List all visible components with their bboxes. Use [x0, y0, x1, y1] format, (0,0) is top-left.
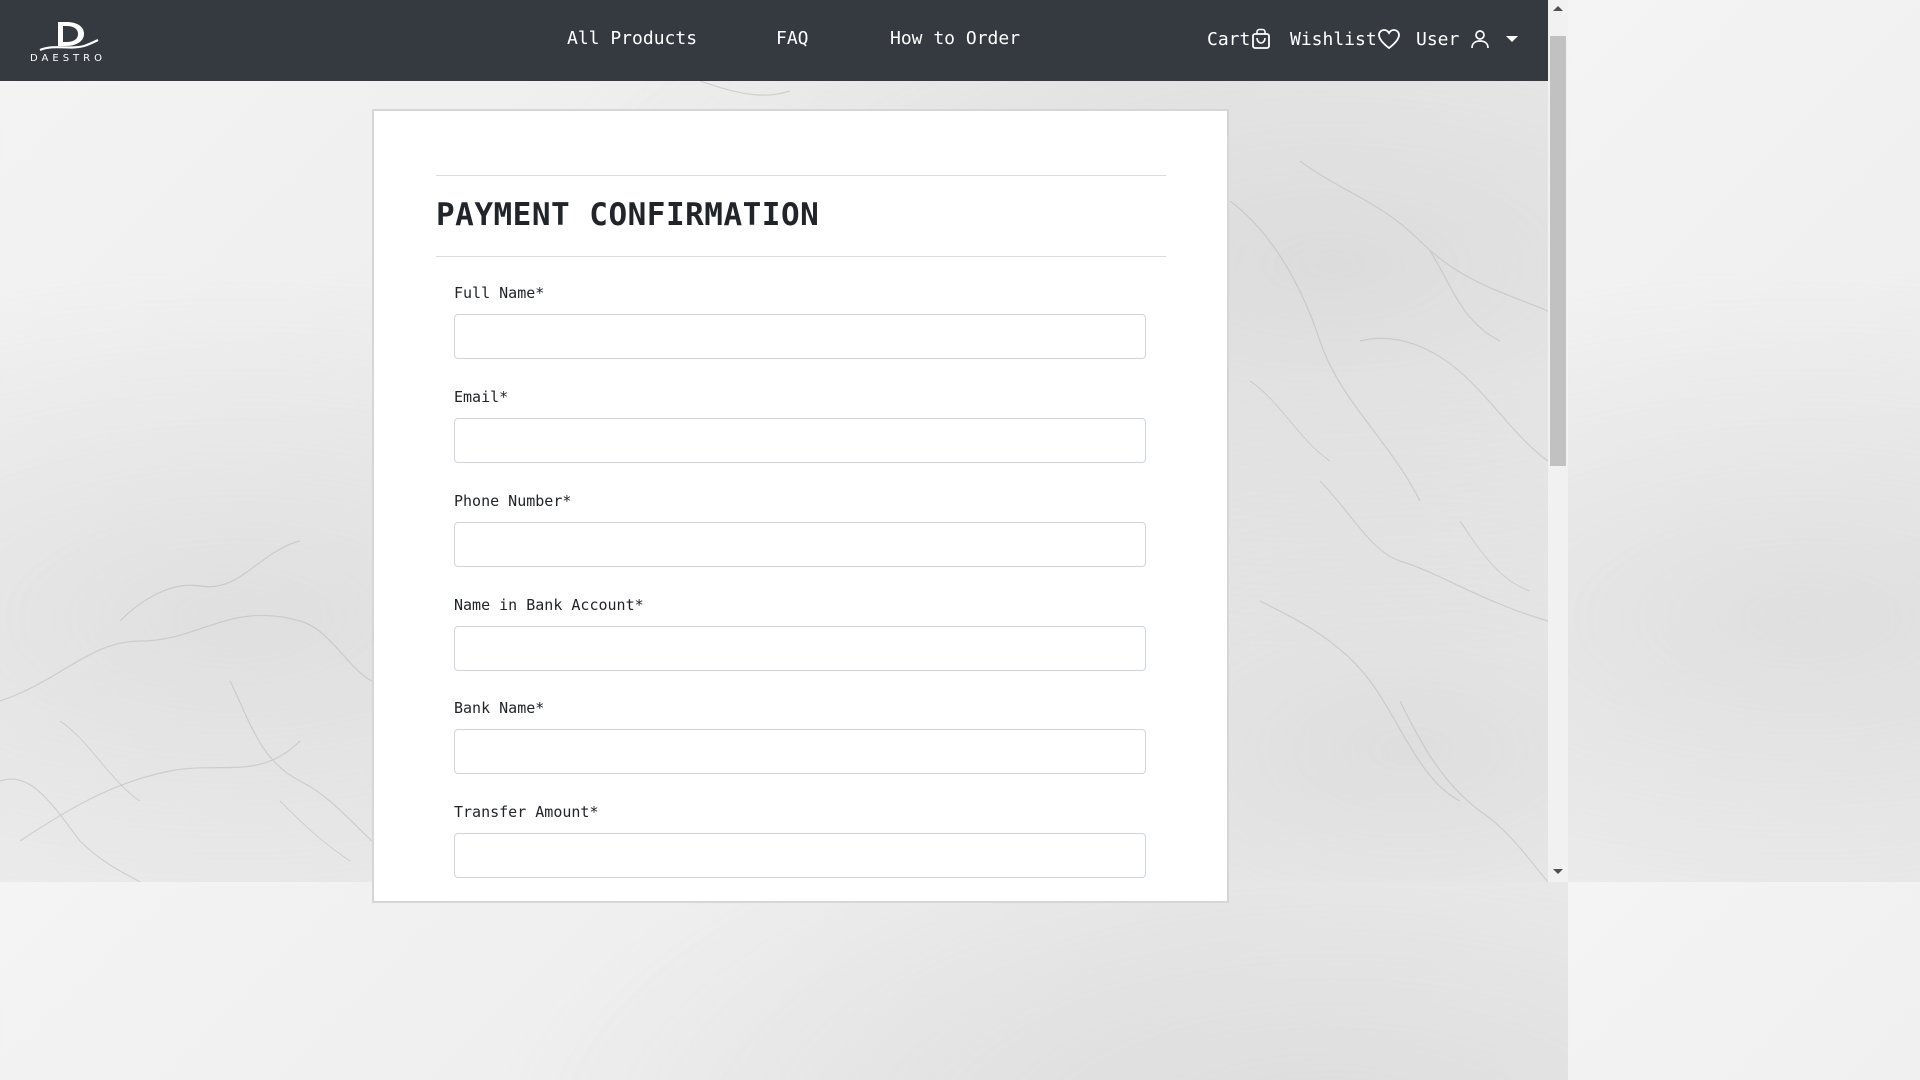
email-input[interactable] — [454, 418, 1146, 463]
logo-mark-icon — [39, 22, 99, 52]
scroll-down-arrow-icon[interactable] — [1553, 869, 1563, 874]
payment-confirmation-card: PAYMENT CONFIRMATION Full Name* Email* P… — [372, 109, 1229, 903]
nav-how-to-order[interactable]: How to Order — [890, 28, 1020, 49]
top-navbar: DAESTRO All Products FAQ How to Order Ca… — [0, 0, 1548, 81]
bank-account-name-input[interactable] — [454, 626, 1146, 671]
transfer-amount-label: Transfer Amount* — [454, 803, 599, 821]
shopping-bag-icon — [1252, 28, 1271, 49]
page-scrollbar[interactable] — [1548, 0, 1568, 882]
email-label: Email* — [454, 388, 509, 406]
nav-all-products[interactable]: All Products — [567, 28, 697, 49]
heart-icon — [1377, 29, 1400, 50]
full-name-label: Full Name* — [454, 284, 545, 302]
page-title: PAYMENT CONFIRMATION — [436, 197, 820, 233]
bank-name-input[interactable] — [454, 729, 1146, 774]
bank-account-name-label: Name in Bank Account* — [454, 596, 644, 614]
user-icon — [1471, 30, 1490, 49]
brand-logo[interactable]: DAESTRO — [26, 16, 110, 66]
logo-wordmark: DAESTRO — [30, 53, 106, 64]
wishlist-label: Wishlist — [1290, 28, 1377, 50]
nav-user-menu[interactable]: User — [1416, 28, 1491, 50]
caret-down-icon[interactable] — [1506, 36, 1518, 42]
scroll-thumb[interactable] — [1550, 36, 1566, 466]
transfer-amount-input[interactable] — [454, 833, 1146, 878]
phone-number-input[interactable] — [454, 522, 1146, 567]
divider-top — [436, 175, 1166, 176]
divider-bottom — [436, 256, 1166, 257]
phone-number-label: Phone Number* — [454, 492, 572, 510]
scroll-up-arrow-icon[interactable] — [1553, 6, 1563, 11]
full-name-input[interactable] — [454, 314, 1146, 359]
user-label: User — [1416, 28, 1460, 50]
nav-faq[interactable]: FAQ — [776, 28, 809, 49]
nav-wishlist[interactable]: Wishlist — [1290, 28, 1401, 50]
bank-name-label: Bank Name* — [454, 699, 545, 717]
nav-cart[interactable]: Cart — [1207, 28, 1272, 50]
cart-label: Cart — [1207, 28, 1251, 50]
